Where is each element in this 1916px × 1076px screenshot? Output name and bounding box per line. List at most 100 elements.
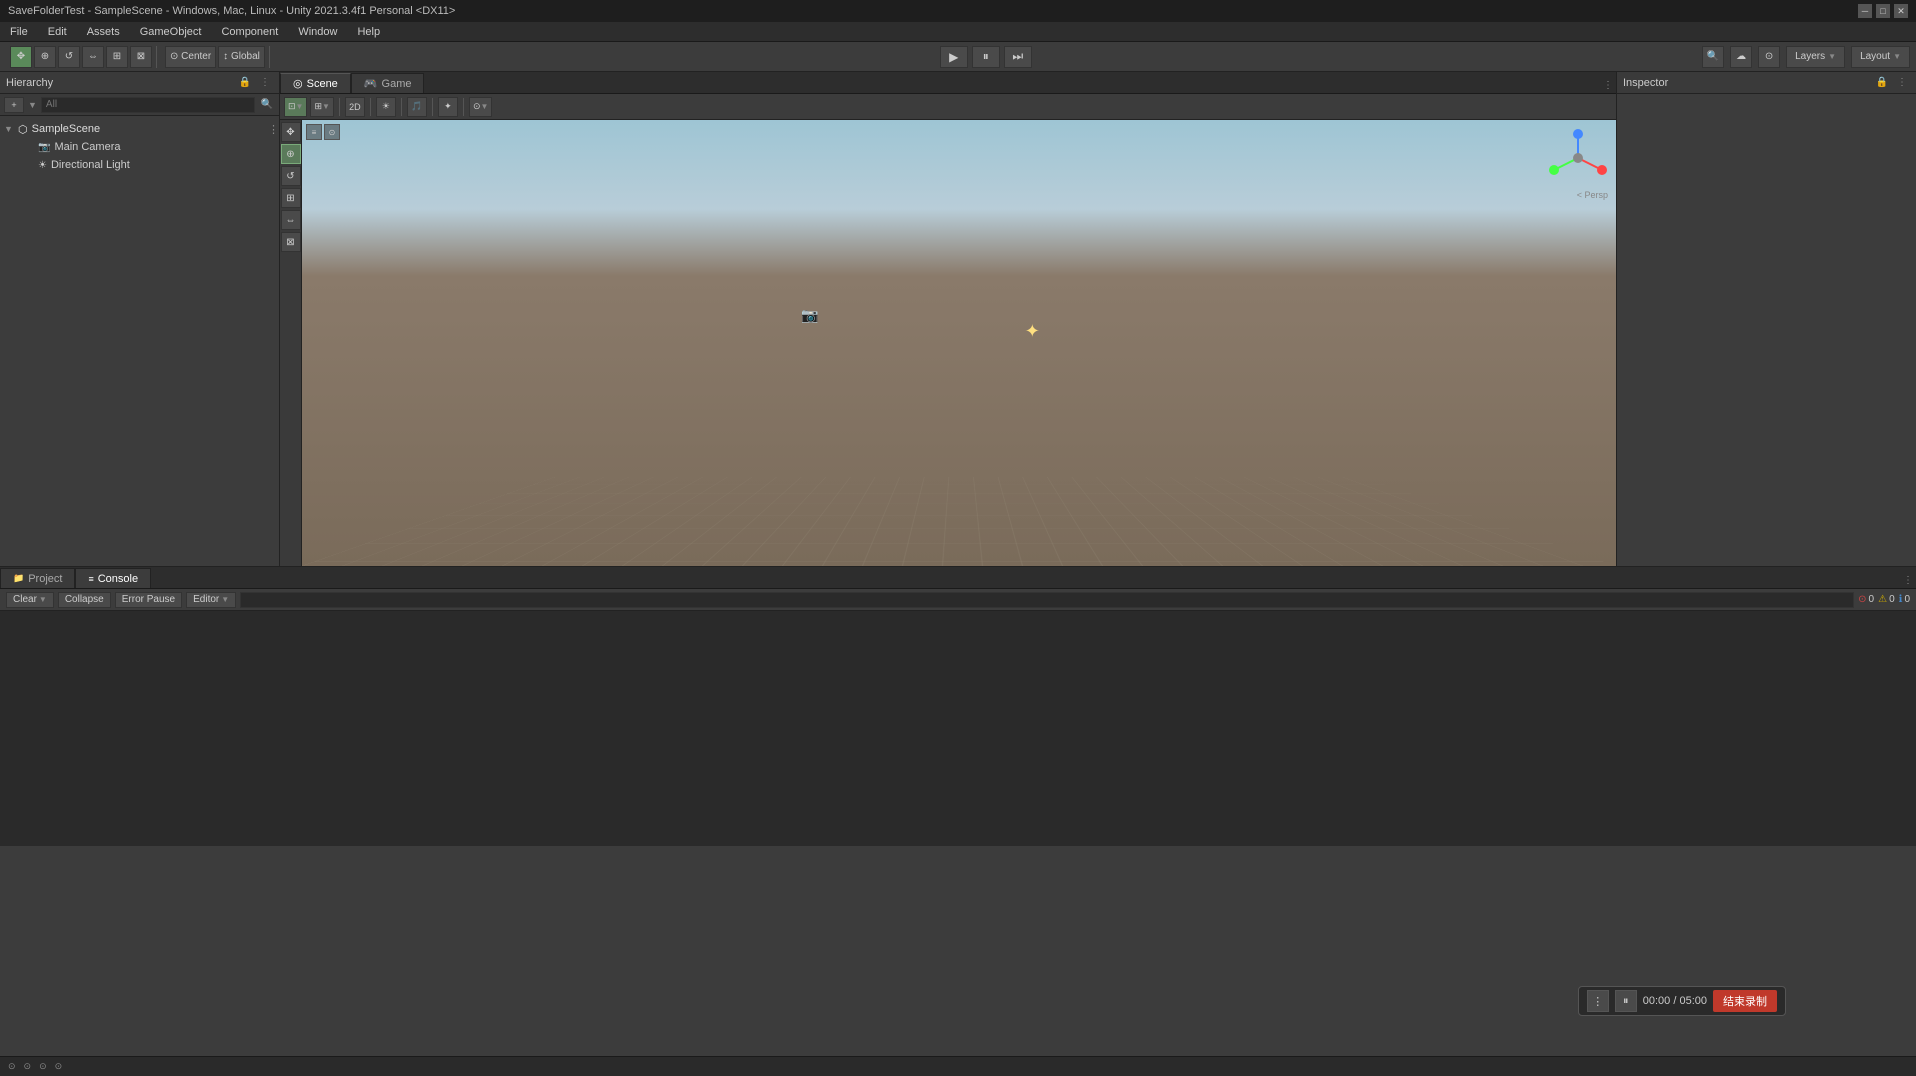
menu-gameobject[interactable]: GameObject bbox=[136, 24, 206, 40]
console-search-input[interactable] bbox=[240, 592, 1854, 608]
hierarchy-main-camera-item[interactable]: 📷 Main Camera bbox=[0, 138, 279, 156]
editor-chevron-icon: ▼ bbox=[221, 595, 229, 604]
cursor-tool-icon[interactable]: ✥ bbox=[281, 122, 301, 142]
scene-fx-button[interactable]: ✦ bbox=[438, 97, 458, 117]
error-count: 0 bbox=[1869, 594, 1875, 605]
close-button[interactable]: ✕ bbox=[1894, 4, 1908, 18]
camera-name-label: Main Camera bbox=[54, 141, 120, 153]
main-layout: Hierarchy 🔒 ⋮ + ▼ 🔍 ▼ ⬡ SampleScene ⋮ 📷 … bbox=[0, 72, 1916, 566]
move-view-tool-icon[interactable]: ⊕ bbox=[281, 144, 301, 164]
scene-options-button[interactable]: ⋮ bbox=[1600, 77, 1616, 93]
hierarchy-directional-light-item[interactable]: ☀ Directional Light bbox=[0, 156, 279, 174]
menu-assets[interactable]: Assets bbox=[83, 24, 124, 40]
info-count: 0 bbox=[1904, 594, 1910, 605]
menu-file[interactable]: File bbox=[6, 24, 32, 40]
hierarchy-panel: Hierarchy 🔒 ⋮ + ▼ 🔍 ▼ ⬡ SampleScene ⋮ 📷 … bbox=[0, 72, 280, 566]
hand-tool-button[interactable]: ✥ bbox=[10, 46, 32, 68]
scene-mini-icon2[interactable]: ⊙ bbox=[324, 124, 340, 140]
transform-view-tool-icon[interactable]: ⊠ bbox=[281, 232, 301, 252]
title-bar: SaveFolderTest - SampleScene - Windows, … bbox=[0, 0, 1916, 22]
rect-view-tool-icon[interactable]: ⇔ bbox=[281, 210, 301, 230]
camera-gizmo-icon: 📷 bbox=[801, 307, 818, 324]
hierarchy-search-icon[interactable]: 🔍 bbox=[259, 97, 275, 113]
editor-filter-button[interactable]: Editor ▼ bbox=[186, 592, 236, 608]
window-controls: ─ □ ✕ bbox=[1858, 4, 1908, 18]
tab-project[interactable]: 📁 Project bbox=[0, 568, 75, 588]
clear-button[interactable]: Clear ▼ bbox=[6, 592, 54, 608]
console-tab-icon: ≡ bbox=[88, 574, 93, 584]
draw-mode-button[interactable]: ⊞ ▼ bbox=[310, 97, 333, 117]
gizmos-button[interactable]: ⊙ ▼ bbox=[469, 97, 492, 117]
inspector-lock-button[interactable]: 🔒 bbox=[1874, 75, 1890, 91]
hierarchy-options-button[interactable]: ⋮ bbox=[257, 75, 273, 91]
scene-viewport[interactable]: 📷 ✦ bbox=[302, 120, 1616, 566]
transform-tools-group: ✥ ⊕ ↺ ⇔ ⊞ ⊠ bbox=[6, 46, 157, 68]
global-button[interactable]: ↕ Global bbox=[218, 46, 265, 68]
search-toolbar-button[interactable]: 🔍 bbox=[1702, 46, 1724, 68]
rect-tool-button[interactable]: ⊞ bbox=[106, 46, 128, 68]
cloud-button[interactable]: ☁ bbox=[1730, 46, 1752, 68]
tab-console[interactable]: ≡ Console bbox=[75, 568, 151, 588]
rotate-tool-button[interactable]: ↺ bbox=[58, 46, 80, 68]
scene-game-tabs: ◎ Scene 🎮 Game ⋮ bbox=[280, 72, 1616, 94]
layout-chevron-icon: ▼ bbox=[1893, 52, 1901, 61]
scale-tool-button[interactable]: ⇔ bbox=[82, 46, 104, 68]
warning-count-badge[interactable]: ⚠ 0 bbox=[1878, 594, 1895, 605]
maximize-button[interactable]: □ bbox=[1876, 4, 1890, 18]
record-widget: ⋮ ⏸ 00:00 / 05:00 结束录制 bbox=[1578, 986, 1786, 1016]
layout-button[interactable]: Layout ▼ bbox=[1851, 46, 1910, 68]
scene-toolbar-separator3 bbox=[401, 98, 402, 116]
menu-help[interactable]: Help bbox=[353, 24, 384, 40]
scene-options-icon[interactable]: ⋮ bbox=[268, 123, 279, 136]
scene-camera-object[interactable]: 📷 bbox=[801, 307, 818, 324]
collapse-button[interactable]: Collapse bbox=[58, 592, 111, 608]
console-panel-options-button[interactable]: ⋮ bbox=[1900, 572, 1916, 588]
scene-lighting-button[interactable]: ☀ bbox=[376, 97, 396, 117]
scene-light-object[interactable]: ✦ bbox=[1025, 321, 1040, 342]
record-pause-button[interactable]: ⏸ bbox=[1615, 990, 1637, 1012]
hierarchy-scene-item[interactable]: ▼ ⬡ SampleScene ⋮ bbox=[0, 120, 279, 138]
status-icon4: ⊙ bbox=[55, 1061, 63, 1072]
shading-dropdown-button[interactable]: ⊡ ▼ bbox=[284, 97, 307, 117]
menu-edit[interactable]: Edit bbox=[44, 24, 71, 40]
vertical-tools-panel: ✥ ⊕ ↺ ⊞ ⇔ ⊠ bbox=[280, 120, 302, 566]
menu-window[interactable]: Window bbox=[294, 24, 341, 40]
hierarchy-lock-button[interactable]: 🔒 bbox=[237, 75, 253, 91]
inspector-options-button[interactable]: ⋮ bbox=[1894, 75, 1910, 91]
minimize-button[interactable]: ─ bbox=[1858, 4, 1872, 18]
error-pause-button[interactable]: Error Pause bbox=[115, 592, 182, 608]
scene-background: 📷 ✦ bbox=[302, 120, 1616, 566]
gizmo-svg bbox=[1548, 128, 1608, 188]
layers-button[interactable]: Layers ▼ bbox=[1786, 46, 1845, 68]
play-button[interactable]: ▶ bbox=[940, 46, 968, 68]
record-dots-button[interactable]: ⋮ bbox=[1587, 990, 1609, 1012]
status-icon3: ⊙ bbox=[39, 1061, 47, 1072]
rotate-view-tool-icon[interactable]: ↺ bbox=[281, 166, 301, 186]
menu-bar: File Edit Assets GameObject Component Wi… bbox=[0, 22, 1916, 42]
scene-audio-button[interactable]: 🎵 bbox=[407, 97, 427, 117]
scene-mini-icon1[interactable]: ≡ bbox=[306, 124, 322, 140]
pivot-button[interactable]: ⊙ Center bbox=[165, 46, 216, 68]
status-bar: ⊙ ⊙ ⊙ ⊙ bbox=[0, 1056, 1916, 1076]
scale-view-tool-icon[interactable]: ⊞ bbox=[281, 188, 301, 208]
info-icon: ℹ bbox=[1899, 594, 1903, 605]
menu-component[interactable]: Component bbox=[217, 24, 282, 40]
hierarchy-add-button[interactable]: + bbox=[4, 97, 24, 113]
error-count-badge[interactable]: ⊙ 0 bbox=[1858, 594, 1874, 605]
console-content bbox=[0, 611, 1916, 846]
step-button[interactable]: ⏭ bbox=[1004, 46, 1032, 68]
persp-label: < Persp bbox=[1577, 190, 1608, 200]
move-tool-button[interactable]: ⊕ bbox=[34, 46, 56, 68]
tab-scene[interactable]: ◎ Scene bbox=[280, 73, 351, 93]
scene-viewport-container: ✥ ⊕ ↺ ⊞ ⇔ ⊠ 📷 ✦ bbox=[280, 120, 1616, 566]
collab-button[interactable]: ⊙ bbox=[1758, 46, 1780, 68]
status-icon1: ⊙ bbox=[8, 1061, 16, 1072]
tab-game[interactable]: 🎮 Game bbox=[351, 73, 425, 93]
info-count-badge[interactable]: ℹ 0 bbox=[1899, 594, 1910, 605]
scene-gizmo-overlay[interactable]: < Persp bbox=[1548, 128, 1608, 188]
2d-mode-button[interactable]: 2D bbox=[345, 97, 365, 117]
pause-button[interactable]: ⏸ bbox=[972, 46, 1000, 68]
record-stop-button[interactable]: 结束录制 bbox=[1713, 990, 1777, 1012]
hierarchy-search-input[interactable] bbox=[41, 97, 255, 113]
transform-tool-button[interactable]: ⊠ bbox=[130, 46, 152, 68]
